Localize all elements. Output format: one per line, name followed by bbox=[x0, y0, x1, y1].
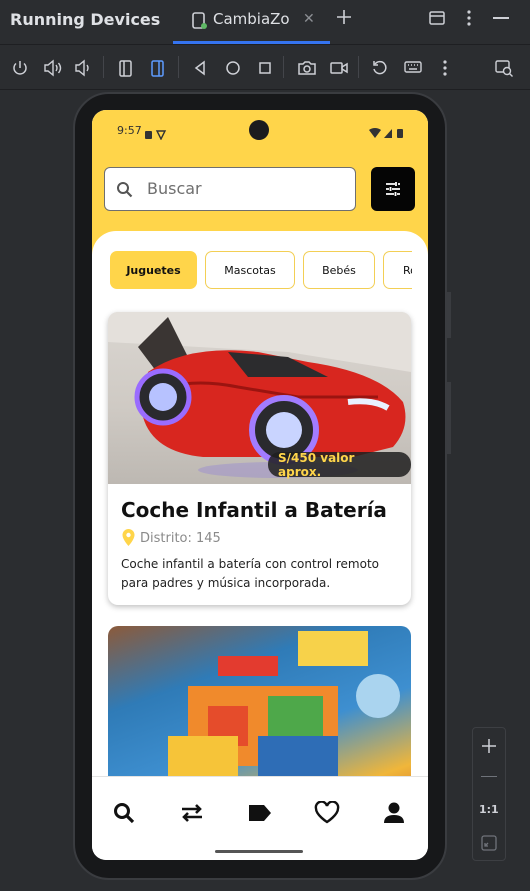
record-icon[interactable] bbox=[329, 59, 349, 81]
close-icon[interactable]: ✕ bbox=[303, 11, 315, 27]
volume-down-icon[interactable] bbox=[74, 59, 92, 81]
power-button[interactable] bbox=[447, 292, 451, 338]
panel-title: Running Devices bbox=[10, 10, 161, 29]
power-icon[interactable] bbox=[11, 59, 29, 81]
bottom-navigation bbox=[92, 776, 428, 860]
tag-icon bbox=[247, 802, 273, 828]
location-pin-icon bbox=[122, 529, 135, 550]
options-menu-icon[interactable] bbox=[466, 9, 472, 31]
nav-exchange[interactable] bbox=[174, 797, 210, 833]
back-icon[interactable] bbox=[192, 60, 208, 80]
home-icon[interactable] bbox=[224, 59, 242, 81]
add-tab-icon[interactable] bbox=[335, 8, 353, 30]
zoom-in-icon[interactable] bbox=[480, 737, 498, 759]
nav-offers[interactable] bbox=[242, 797, 278, 833]
search-icon bbox=[112, 801, 136, 829]
overview-icon[interactable] bbox=[257, 60, 273, 80]
toolbar-separator bbox=[178, 56, 179, 78]
rotate-left-icon[interactable] bbox=[116, 58, 136, 82]
camera-icon[interactable] bbox=[297, 59, 317, 81]
more-icon[interactable] bbox=[442, 59, 448, 81]
gesture-home-indicator[interactable] bbox=[215, 850, 303, 853]
swap-icon bbox=[179, 801, 205, 829]
volume-up-icon[interactable] bbox=[43, 59, 63, 81]
minimize-icon[interactable] bbox=[493, 17, 509, 19]
device-mirror-icon[interactable] bbox=[494, 58, 514, 82]
product-card[interactable]: S/450 valor aprox. Coche Infantil a Bate… bbox=[108, 312, 411, 605]
price-badge: S/450 valor aprox. bbox=[268, 451, 411, 479]
nav-search[interactable] bbox=[106, 797, 142, 833]
nav-favorites[interactable] bbox=[309, 797, 345, 833]
keyboard-icon[interactable] bbox=[403, 59, 423, 81]
reset-icon[interactable] bbox=[371, 59, 389, 81]
zoom-out-icon[interactable] bbox=[481, 776, 497, 777]
nav-profile[interactable] bbox=[376, 797, 412, 833]
category-chip-more[interactable]: Ro bbox=[383, 251, 412, 289]
category-chip-bebes[interactable]: Bebés bbox=[303, 251, 375, 289]
heart-icon bbox=[314, 800, 340, 829]
ide-title-bar: Running Devices CambiaZo ✕ bbox=[0, 0, 530, 44]
volume-rocker[interactable] bbox=[447, 382, 451, 454]
rotate-right-icon[interactable] bbox=[148, 58, 168, 82]
person-icon bbox=[383, 801, 405, 829]
category-chip-mascotas[interactable]: Mascotas bbox=[205, 251, 295, 289]
category-chip-juguetes[interactable]: Juguetes bbox=[110, 251, 197, 289]
device-tab-icon bbox=[192, 12, 208, 34]
product-description: Coche infantil a batería con control rem… bbox=[121, 557, 379, 590]
toolbar-separator bbox=[103, 56, 104, 78]
device-toolbar bbox=[0, 44, 530, 90]
product-location: Distrito: 145 bbox=[140, 531, 221, 546]
phone-screen: 9:57 Buscar Juguetes Mascotas Bebés Ro bbox=[92, 110, 428, 860]
toolbar-separator bbox=[283, 56, 284, 78]
window-layout-icon[interactable] bbox=[429, 10, 445, 30]
category-bar: Juguetes Mascotas Bebés Ro bbox=[92, 110, 412, 310]
toolbar-separator bbox=[358, 56, 359, 78]
zoom-fit-icon[interactable] bbox=[481, 835, 497, 855]
zoom-controls: 1:1 bbox=[472, 727, 506, 861]
tab-label: CambiaZo bbox=[213, 10, 290, 28]
product-title: Coche Infantil a Batería bbox=[121, 498, 387, 522]
zoom-actual-size[interactable]: 1:1 bbox=[479, 803, 499, 816]
